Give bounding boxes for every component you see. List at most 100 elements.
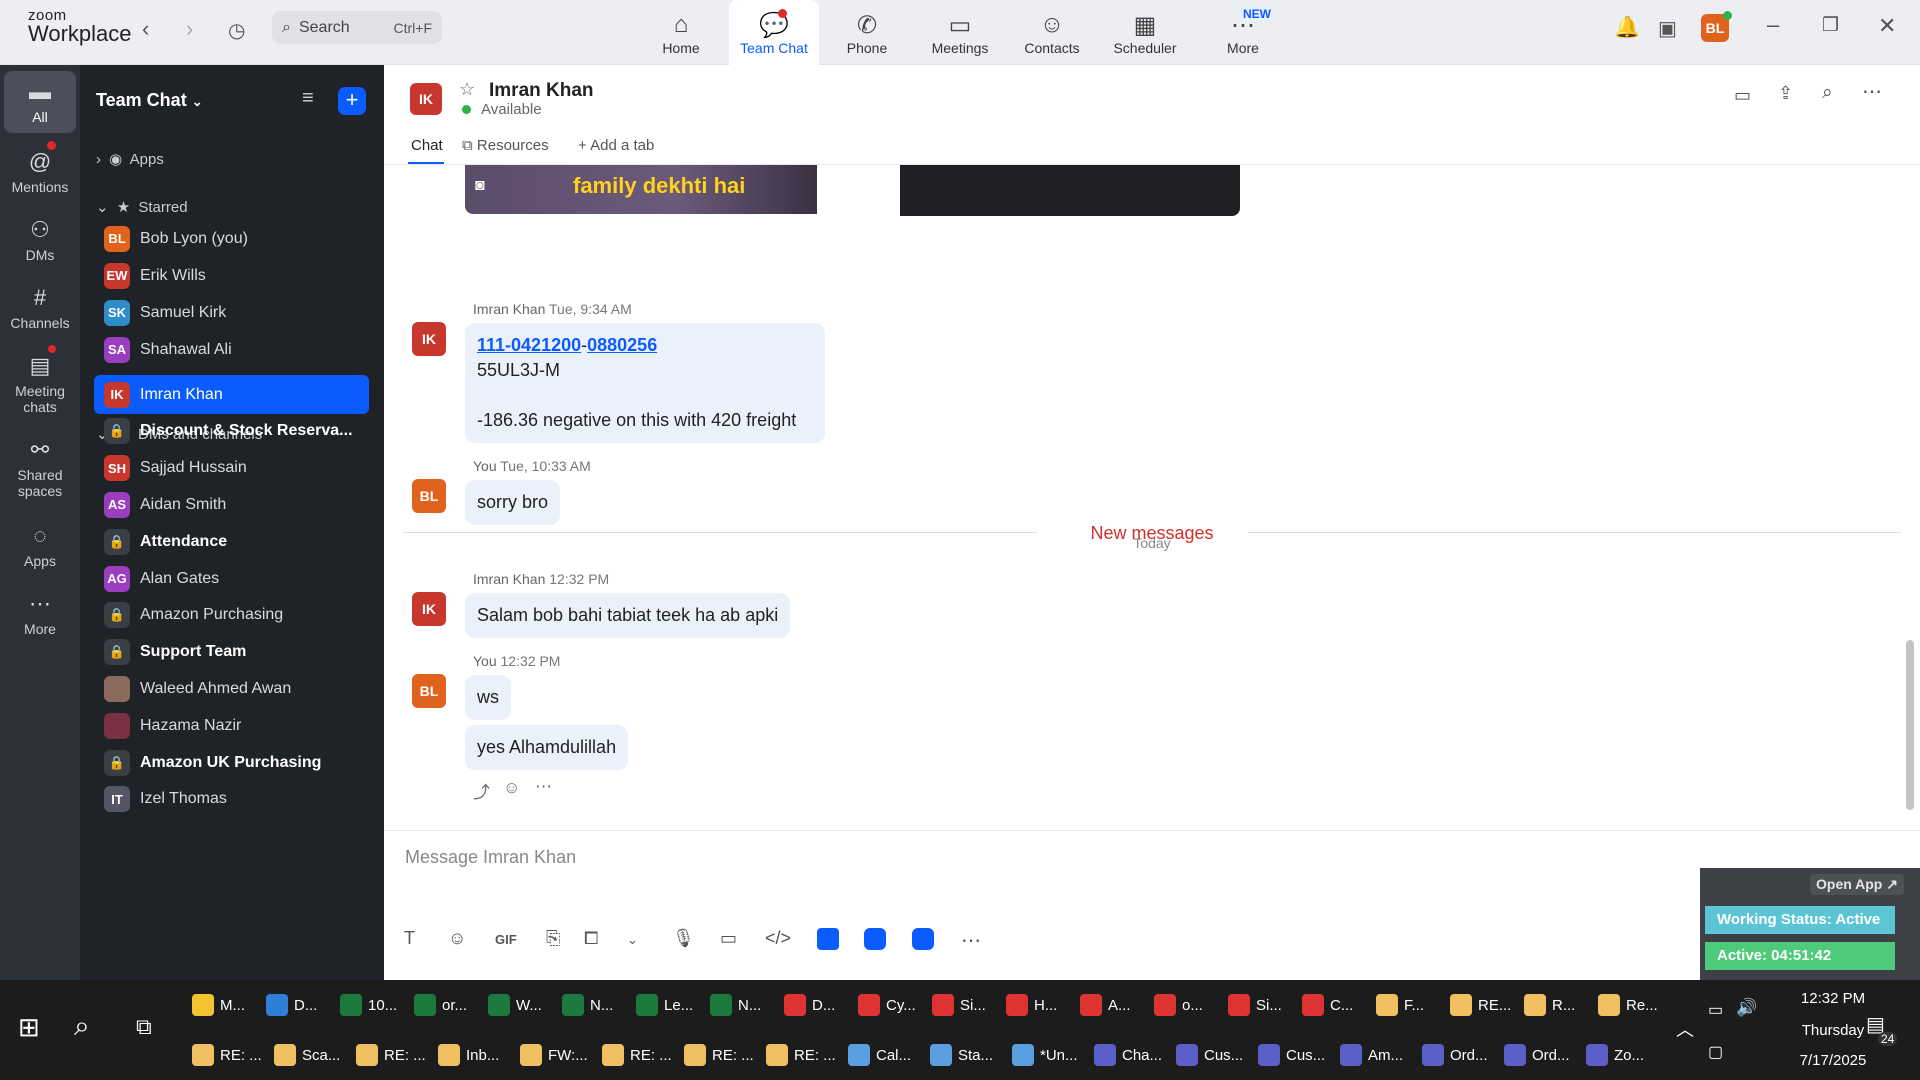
contact-avatar[interactable]: IK — [410, 83, 442, 115]
taskbar-app[interactable]: Le... — [636, 988, 693, 1022]
taskbar-app[interactable]: RE: ... — [766, 1038, 836, 1072]
sender-avatar[interactable]: IK — [412, 322, 446, 356]
taskbar-app[interactable]: Inb... — [438, 1038, 499, 1072]
taskbar-app[interactable]: H... — [1006, 988, 1057, 1022]
code-icon[interactable]: </> — [765, 928, 791, 949]
nav-more[interactable]: ⋯ NEW More — [1198, 0, 1288, 65]
channel-item[interactable]: 🔒 Support Team — [94, 633, 369, 672]
gif-button[interactable]: GIF — [495, 932, 517, 947]
taskbar-app[interactable]: RE... — [1450, 988, 1511, 1022]
sender-avatar[interactable]: IK — [412, 592, 446, 626]
windows-start-icon[interactable]: ⊞ — [18, 1012, 40, 1043]
screenshot-icon[interactable]: ⧠ — [584, 928, 598, 949]
microphone-icon[interactable]: 🎙 — [672, 928, 695, 949]
back-arrow-icon[interactable]: ‹ — [142, 16, 149, 42]
starred-item[interactable]: SA Shahawal Ali — [94, 330, 369, 369]
taskbar-app[interactable]: A... — [1080, 988, 1131, 1022]
nav-home[interactable]: ⌂ Home — [636, 0, 726, 65]
taskbar-app[interactable]: 10... — [340, 988, 397, 1022]
message-bubble[interactable]: ws — [465, 675, 511, 720]
rail-shared-spaces[interactable]: ⚯ Shared spaces — [4, 437, 76, 499]
search-input[interactable]: ⌕ Search Ctrl+F — [272, 11, 442, 44]
search-icon[interactable]: ⌕ — [74, 1010, 90, 1043]
taskbar-app[interactable]: FW:... — [520, 1038, 588, 1072]
taskbar-app[interactable]: Am... — [1340, 1038, 1403, 1072]
screen-share-icon[interactable]: ⇪ — [1778, 83, 1793, 104]
tab-resources[interactable]: ⧉ Resources — [462, 137, 549, 154]
taskbar-app[interactable]: Si... — [1228, 988, 1282, 1022]
message-bubble[interactable]: 111-0421200-0880256 55UL3J-M -186.36 neg… — [465, 323, 825, 443]
calendar-today-icon[interactable]: ▣ — [1658, 16, 1677, 41]
chevron-down-icon[interactable]: ⌄ — [627, 932, 638, 948]
message-bubble[interactable]: Salam bob bahi tabiat teek ha ab apki — [465, 593, 791, 638]
taskbar-app[interactable]: or... — [414, 988, 467, 1022]
dm-item[interactable]: IK Imran Khan — [94, 375, 369, 414]
dm-item[interactable]: AG Alan Gates — [94, 559, 369, 598]
taskbar-app[interactable]: Cus... — [1176, 1038, 1243, 1072]
emoji-icon[interactable]: ☺ — [448, 928, 466, 949]
message-bubble[interactable]: yes Alhamdulillah — [465, 725, 629, 770]
rail-meeting-chats[interactable]: ▤ Meeting chats — [4, 353, 76, 415]
rail-apps[interactable]: ◌ Apps — [4, 523, 76, 569]
app-icon-1[interactable] — [817, 928, 839, 950]
nav-team-chat[interactable]: 💬 Team Chat — [729, 0, 819, 65]
taskbar-app[interactable]: Cus... — [1258, 1038, 1325, 1072]
app-icon-3[interactable] — [912, 928, 934, 950]
channel-item[interactable]: 🔒 Discount & Stock Reserva... — [94, 412, 369, 451]
channel-item[interactable]: 🔒 Amazon Purchasing — [94, 596, 369, 635]
starred-item[interactable]: EW Erik Wills — [94, 256, 369, 295]
task-view-icon[interactable]: ⧉ — [136, 1014, 152, 1040]
nav-scheduler[interactable]: ▦ Scheduler — [1100, 0, 1190, 65]
rail-all[interactable]: ▬ All — [4, 71, 76, 133]
taskbar-app[interactable]: *Un... — [1012, 1038, 1078, 1072]
starred-item[interactable]: SK Samuel Kirk — [94, 293, 369, 332]
taskbar-app[interactable]: Si... — [932, 988, 986, 1022]
app-icon-2[interactable] — [864, 928, 886, 950]
taskbar-app[interactable]: D... — [784, 988, 835, 1022]
rail-dms[interactable]: ⚇ DMs — [4, 217, 76, 263]
taskbar-app[interactable]: Ord... — [1422, 1038, 1488, 1072]
phone-link-1[interactable]: 111-0421200 — [477, 335, 581, 355]
star-outline-icon[interactable]: ☆ — [459, 79, 475, 100]
sender-avatar[interactable]: BL — [412, 674, 446, 708]
taskbar-app[interactable]: R... — [1524, 988, 1575, 1022]
taskbar-app[interactable]: Zo... — [1586, 1038, 1644, 1072]
more-actions-icon[interactable]: ⋯ — [535, 777, 552, 797]
reply-icon[interactable]: ⤴ — [473, 778, 490, 803]
minimize-icon[interactable]: – — [1767, 12, 1779, 38]
taskbar-app[interactable]: Sta... — [930, 1038, 993, 1072]
tab-chat[interactable]: Chat — [411, 137, 443, 154]
new-chat-button[interactable]: + — [338, 87, 366, 115]
rail-more[interactable]: ⋯ More — [4, 591, 76, 637]
taskbar-app[interactable]: N... — [710, 988, 761, 1022]
network-icon[interactable]: ▢ — [1708, 1042, 1723, 1062]
shared-image-thumbnail[interactable]: ◙ family dekhti hai — [465, 165, 817, 214]
apps-section[interactable]: › ◉ Apps — [96, 150, 164, 168]
dm-item[interactable]: IT Izel Thomas — [94, 780, 369, 819]
dm-item[interactable]: SH Sajjad Hussain — [94, 449, 369, 488]
taskbar-app[interactable]: Cal... — [848, 1038, 911, 1072]
dm-item[interactable]: Waleed Ahmed Awan — [94, 669, 369, 708]
taskbar-app[interactable]: RE: ... — [602, 1038, 672, 1072]
starred-item[interactable]: BL Bob Lyon (you) — [94, 219, 369, 258]
search-icon[interactable]: ⌕ — [1822, 82, 1833, 104]
phone-link-2[interactable]: 0880256 — [587, 335, 657, 355]
volume-icon[interactable]: 🔊 — [1736, 998, 1757, 1018]
taskbar-app[interactable]: RE: ... — [192, 1038, 262, 1072]
message-bubble[interactable]: sorry bro — [465, 480, 561, 525]
open-app-button[interactable]: Open App ↗ — [1810, 874, 1904, 895]
nav-contacts[interactable]: ☺ Contacts — [1007, 0, 1097, 65]
rail-mentions[interactable]: @ Mentions — [4, 149, 76, 195]
bell-icon[interactable]: 🔔 — [1614, 16, 1640, 40]
battery-icon[interactable]: ▭ — [1708, 1000, 1723, 1020]
dm-item[interactable]: Hazama Nazir — [94, 706, 369, 745]
filter-icon[interactable]: ≡ — [302, 87, 314, 110]
taskbar-app[interactable]: RE: ... — [684, 1038, 754, 1072]
taskbar-app[interactable]: RE: ... — [356, 1038, 426, 1072]
sidebar-title[interactable]: Team Chat ⌄ — [96, 90, 203, 111]
contact-name[interactable]: Imran Khan — [489, 80, 594, 102]
taskbar-app[interactable]: Ord... — [1504, 1038, 1570, 1072]
shared-image-2[interactable] — [900, 165, 1240, 216]
channel-item[interactable]: 🔒 Amazon UK Purchasing — [94, 743, 369, 782]
video-message-icon[interactable]: ▭ — [720, 928, 737, 949]
